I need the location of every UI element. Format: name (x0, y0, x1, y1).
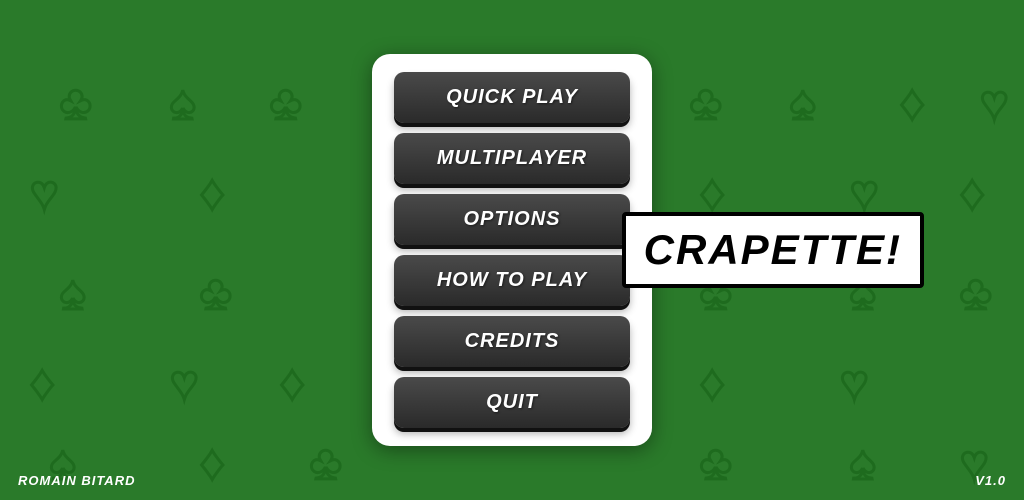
suit-decoration: ♣ (690, 80, 722, 128)
suit-decoration: ♣ (960, 270, 992, 318)
quit-button[interactable]: QUIT (394, 377, 630, 428)
options-button[interactable]: OPTIONS (394, 194, 630, 245)
suit-decoration: ♦ (960, 170, 985, 218)
version-label: V1.0 (975, 473, 1006, 488)
suit-decoration: ♥ (850, 170, 879, 218)
suit-decoration: ♣ (700, 440, 732, 488)
suit-decoration: ♦ (700, 360, 725, 408)
suit-decoration: ♦ (900, 80, 925, 128)
suit-decoration: ♣ (200, 270, 232, 318)
game-title-text: CRAPETTE! (644, 226, 902, 273)
main-menu: QUICK PLAY MULTIPLAYER OPTIONS HOW TO PLAY C… (372, 54, 652, 446)
suit-decoration: ♠ (60, 270, 86, 318)
multiplayer-button[interactable]: MULTIPLAYER (394, 133, 630, 184)
suit-decoration: ♦ (200, 170, 225, 218)
suit-decoration: ♠ (170, 80, 196, 128)
suit-decoration: ♦ (700, 170, 725, 218)
how-to-play-button[interactable]: HOW TO PLAY (394, 255, 630, 306)
suit-decoration: ♥ (840, 360, 869, 408)
suit-decoration: ♥ (980, 80, 1009, 128)
author-label: ROMAIN BITARD (18, 473, 135, 488)
credits-button[interactable]: CREDITS (394, 316, 630, 367)
suit-decoration: ♦ (200, 440, 225, 488)
suit-decoration: ♥ (170, 360, 199, 408)
suit-decoration: ♦ (30, 360, 55, 408)
game-title-box: CRAPETTE! (622, 212, 924, 288)
suit-decoration: ♠ (790, 80, 816, 128)
suit-decoration: ♣ (270, 80, 302, 128)
quick-play-button[interactable]: QUICK PLAY (394, 72, 630, 123)
suit-decoration: ♣ (60, 80, 92, 128)
suit-decoration: ♥ (30, 170, 59, 218)
suit-decoration: ♦ (280, 360, 305, 408)
suit-decoration: ♠ (850, 440, 876, 488)
suit-decoration: ♣ (310, 440, 342, 488)
